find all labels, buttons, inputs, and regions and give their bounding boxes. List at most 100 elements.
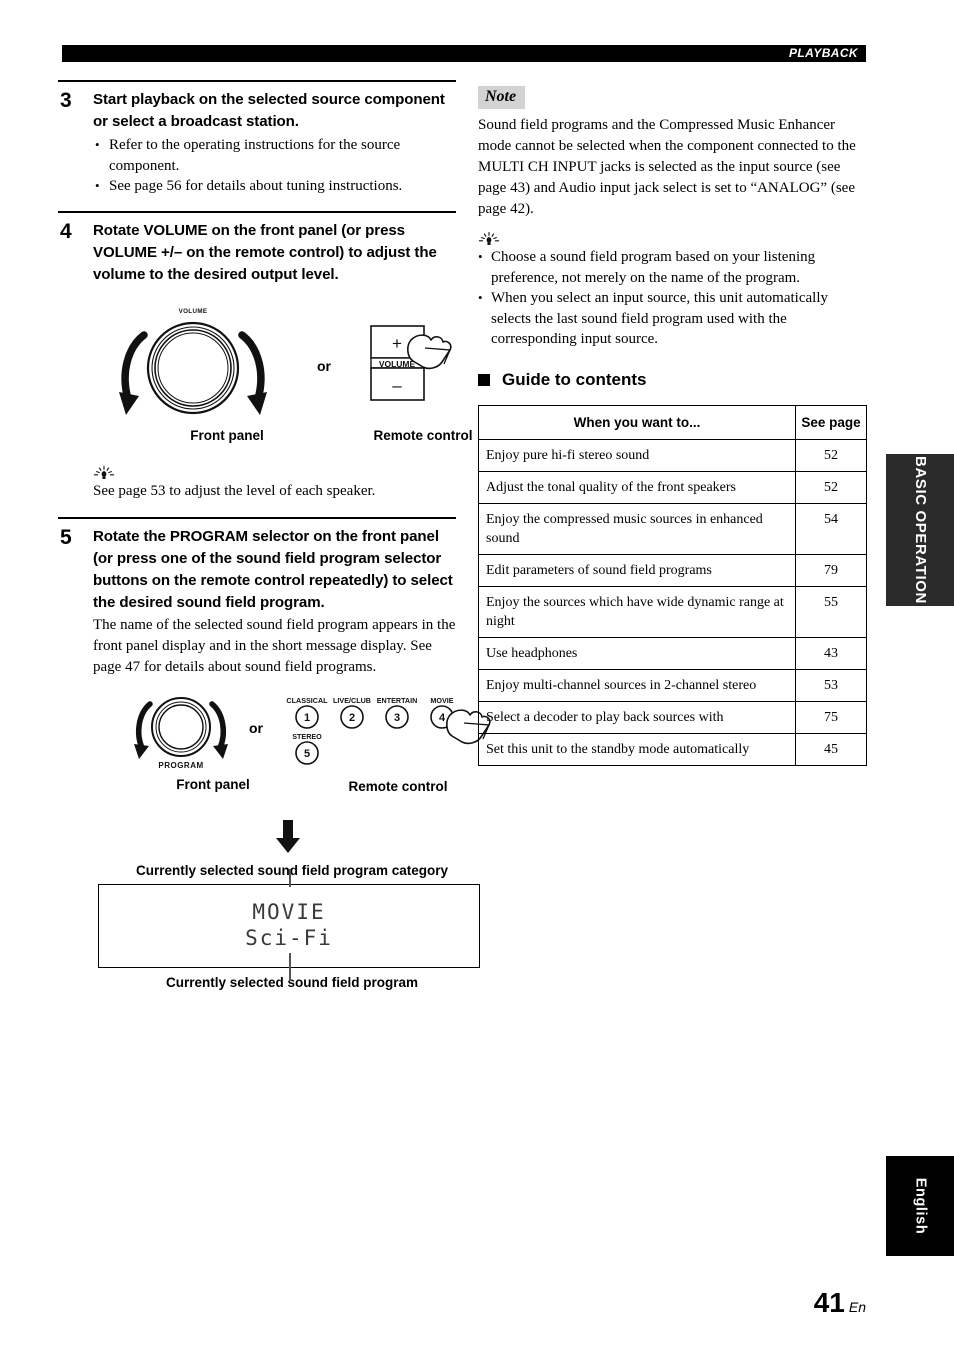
note-block: Note Sound field programs and the Compre… <box>478 86 868 220</box>
cell-page: 79 <box>795 553 867 587</box>
step-5-paragraph: The name of the selected sound field pro… <box>93 617 456 675</box>
table-row: Enjoy the compressed music sources in en… <box>478 502 867 555</box>
side-tab-basic-operation-label: BASIC OPERATION <box>912 456 929 604</box>
step-4-title: Rotate VOLUME on the front panel (or pre… <box>93 221 437 283</box>
section-header-bar: PLAYBACK <box>62 45 866 62</box>
table-row: Adjust the tonal quality of the front sp… <box>478 470 867 504</box>
table-row: Set this unit to the standby mode automa… <box>478 732 867 766</box>
cell-page: 43 <box>795 636 867 670</box>
list-item: See page 56 for details about tuning ins… <box>93 176 456 197</box>
svg-text:5: 5 <box>304 748 310 760</box>
guide-to-contents-table: When you want to... See page Enjoy pure … <box>478 404 867 766</box>
note-tips-list: Choose a sound field program based on yo… <box>478 247 868 350</box>
or-label-volume: or <box>317 357 331 374</box>
square-bullet-icon <box>478 373 490 386</box>
list-item: Refer to the operating instructions for … <box>93 135 456 176</box>
page-language-suffix: En <box>848 1299 866 1315</box>
step-4-number: 4 <box>60 219 72 243</box>
step-3-title: Start playback on the selected source co… <box>93 91 445 130</box>
table-header-row: When you want to... See page <box>478 404 867 440</box>
step-3-bullets: Refer to the operating instructions for … <box>93 135 456 197</box>
page-number: 41 <box>813 1287 845 1318</box>
step-3: 3 Start playback on the selected source … <box>58 80 456 197</box>
cell-page: 52 <box>795 470 867 504</box>
right-column: Note Sound field programs and the Compre… <box>478 86 868 766</box>
step-4: 4 Rotate VOLUME on the front panel (or p… <box>58 210 473 502</box>
svg-text:MOVIE: MOVIE <box>430 696 453 705</box>
or-label-program: or <box>249 720 263 736</box>
display-program-caption: Currently selected sound field program <box>165 975 419 990</box>
note-text: Sound field programs and the Compressed … <box>478 117 856 217</box>
side-tab-language-label: English <box>911 1177 928 1235</box>
svg-text:–: – <box>392 376 402 395</box>
table-row: Enjoy the sources which have wide dynami… <box>478 585 867 638</box>
leader-line-bottom <box>289 953 291 981</box>
table-row: Use headphones 43 <box>478 636 867 670</box>
cell-page: 52 <box>795 438 867 472</box>
lcd-line-category: MOVIE <box>252 900 326 924</box>
svg-text:4: 4 <box>439 712 446 724</box>
svg-text:CLASSICAL: CLASSICAL <box>286 696 328 705</box>
cell-description: Enjoy the sources which have wide dynami… <box>478 585 796 638</box>
lcd-line-program: Sci-Fi <box>245 926 333 950</box>
list-item: When you select an input source, this un… <box>478 288 868 350</box>
svg-text:3: 3 <box>394 712 400 724</box>
table-row: Select a decoder to play back sources wi… <box>478 700 867 734</box>
step-3-number: 3 <box>60 89 72 112</box>
column-header-page: See page <box>795 404 867 440</box>
side-tab-language: English <box>886 1156 954 1256</box>
caption-remote-control-program: Remote control <box>348 779 448 794</box>
column-header-description: When you want to... <box>478 404 796 440</box>
guide-heading: Guide to contents <box>478 370 868 390</box>
section-header-label: PLAYBACK <box>789 46 858 60</box>
display-category-caption: Currently selected sound field program c… <box>135 863 449 878</box>
tip-bulb-icon <box>93 465 115 479</box>
svg-text:+: + <box>392 334 402 353</box>
svg-text:2: 2 <box>349 712 355 724</box>
remote-program-buttons: CLASSICAL 1 LIVE/CLUB 2 ENTERTAIN 3 MOVI… <box>286 696 454 765</box>
cell-page: 55 <box>795 585 867 638</box>
left-column: 3 Start playback on the selected source … <box>58 80 491 990</box>
leader-line-top <box>289 869 291 887</box>
cell-page: 45 <box>795 732 867 766</box>
step-5-title: Rotate the PROGRAM selector on the front… <box>93 528 453 611</box>
svg-text:ENTERTAIN: ENTERTAIN <box>377 696 418 705</box>
cell-description: Set this unit to the standby mode automa… <box>478 732 796 766</box>
cell-description: Use headphones <box>478 636 796 670</box>
svg-text:VOLUME: VOLUME <box>379 359 416 369</box>
down-arrow-icon <box>276 820 300 853</box>
step-5: 5 Rotate the PROGRAM selector on the fro… <box>58 517 491 990</box>
volume-tip-text: See page 53 to adjust the level of each … <box>93 482 376 499</box>
svg-text:VOLUME: VOLUME <box>179 308 208 315</box>
cell-description: Enjoy the compressed music sources in en… <box>478 502 796 555</box>
cell-description: Select a decoder to play back sources wi… <box>478 700 796 734</box>
lcd-display-panel: MOVIE Sci-Fi <box>98 869 480 981</box>
volume-tip-block: See page 53 to adjust the level of each … <box>93 465 456 502</box>
cell-description: Adjust the tonal quality of the front sp… <box>478 470 796 504</box>
page-footer: 41 En <box>814 1288 866 1318</box>
front-panel-display-figure: Currently selected sound field program c… <box>93 820 480 990</box>
caption-front-panel-program: Front panel <box>176 777 250 792</box>
table-row: Enjoy multi-channel sources in 2-channel… <box>478 668 867 702</box>
cell-description: Enjoy pure hi-fi stereo sound <box>478 438 796 472</box>
note-tips-block: Choose a sound field program based on yo… <box>478 232 868 350</box>
volume-knob-diagram: VOLUME + VOLUME – <box>119 308 452 415</box>
svg-text:STEREO: STEREO <box>292 732 322 741</box>
volume-control-figure: VOLUME + VOLUME – or Front panel Remote … <box>93 300 473 443</box>
svg-text:1: 1 <box>304 712 310 724</box>
guide-heading-text: Guide to contents <box>502 369 647 389</box>
tip-bulb-icon <box>478 232 500 245</box>
list-item: Choose a sound field program based on yo… <box>478 247 868 288</box>
note-tag: Note <box>478 86 526 109</box>
cell-description: Edit parameters of sound field programs <box>478 553 796 587</box>
table-row: Edit parameters of sound field programs … <box>478 553 867 587</box>
cell-description: Enjoy multi-channel sources in 2-channel… <box>478 668 796 702</box>
table-row: Enjoy pure hi-fi stereo sound 52 <box>478 438 867 472</box>
side-tab-basic-operation: BASIC OPERATION <box>886 454 954 606</box>
program-selector-figure: PROGRAM CLASSICAL 1 LIVE/CLUB 2 ENTERTAI… <box>93 690 491 796</box>
cell-page: 75 <box>795 700 867 734</box>
svg-text:PROGRAM: PROGRAM <box>158 761 203 770</box>
cell-page: 54 <box>795 502 867 555</box>
step-5-number: 5 <box>60 526 72 549</box>
cell-page: 53 <box>795 668 867 702</box>
